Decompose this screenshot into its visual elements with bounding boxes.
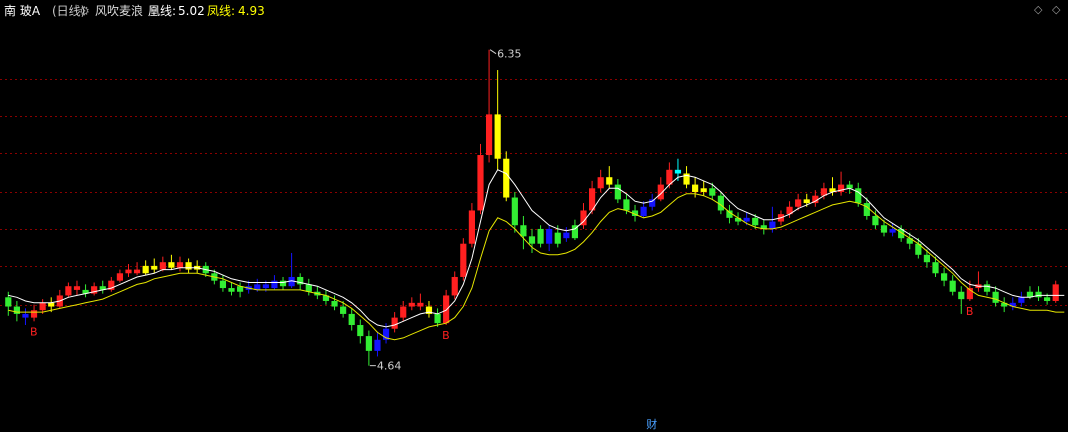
candle-body xyxy=(408,302,415,307)
candle-body xyxy=(700,188,707,192)
candle-body xyxy=(554,232,561,244)
candle-body xyxy=(176,262,184,268)
candle-body xyxy=(494,114,501,159)
candle-body xyxy=(5,297,12,307)
candle-body xyxy=(803,199,810,204)
candle-body xyxy=(941,273,948,281)
candle-body xyxy=(1035,291,1042,298)
candle-body xyxy=(348,313,355,326)
candle-body xyxy=(640,206,647,216)
candle-body xyxy=(374,339,381,351)
candle-body xyxy=(460,243,467,277)
candle-body xyxy=(477,155,484,211)
candle-body xyxy=(400,306,407,318)
candle-body xyxy=(563,232,570,239)
candle-body xyxy=(649,199,656,207)
candle-body xyxy=(846,184,853,189)
candle-body xyxy=(468,210,475,244)
candle-body xyxy=(13,306,20,314)
candle-body xyxy=(520,225,527,237)
candle-body xyxy=(528,236,536,244)
candle-body xyxy=(485,114,493,156)
candle-body xyxy=(983,284,991,292)
candle-body xyxy=(597,177,604,189)
candle-body xyxy=(923,254,931,263)
candle-body xyxy=(992,291,999,303)
candlestick-chart[interactable]: BBB6.354.64财预 xyxy=(0,0,1068,432)
candle-body xyxy=(417,302,424,307)
candle-body xyxy=(271,280,278,289)
candle-body xyxy=(125,269,132,274)
candle-body xyxy=(752,217,759,226)
candle-body xyxy=(219,280,227,289)
candle-body xyxy=(357,325,364,337)
buy-marker-B: B xyxy=(966,305,974,318)
phoenix-line xyxy=(8,169,1065,328)
candle-body xyxy=(65,286,72,296)
candle-body xyxy=(305,284,312,292)
candle-body xyxy=(958,291,965,300)
candle-body xyxy=(1044,297,1051,301)
bottom-marker: 财 xyxy=(646,417,657,431)
candle-body xyxy=(949,280,956,292)
low-price-label: 4.64 xyxy=(377,360,402,373)
candle-body xyxy=(1052,284,1059,301)
candle-body xyxy=(116,273,123,281)
candle-body xyxy=(365,336,372,351)
buy-marker-B: B xyxy=(30,325,38,338)
candle-body xyxy=(503,158,510,198)
high-price-label: 6.35 xyxy=(497,48,522,61)
candle-body xyxy=(537,228,544,244)
candle-body xyxy=(30,310,38,318)
high-price-label-leader xyxy=(489,49,497,55)
candle-body xyxy=(546,228,553,244)
candle-body xyxy=(880,225,888,233)
candle-body xyxy=(674,169,682,174)
candle-body xyxy=(159,262,166,270)
candle-body xyxy=(872,216,879,226)
candle-body xyxy=(863,203,870,216)
candle-body xyxy=(855,188,862,204)
candle-body xyxy=(434,313,441,324)
candle-body xyxy=(769,221,776,229)
buy-marker-B: B xyxy=(442,329,450,342)
candle-body xyxy=(228,288,235,292)
candle-body xyxy=(443,295,450,324)
candle-body xyxy=(262,284,269,289)
candle-body xyxy=(451,276,458,296)
candle-body xyxy=(331,300,338,307)
candle-body xyxy=(795,199,802,207)
candle-body xyxy=(73,286,81,290)
candle-body xyxy=(391,317,398,329)
candle-body xyxy=(614,184,621,200)
candle-body xyxy=(22,313,29,318)
candle-body xyxy=(185,262,192,270)
candle-body xyxy=(133,269,141,274)
candle-body xyxy=(623,199,630,211)
candle-body xyxy=(692,184,699,192)
candle-body xyxy=(743,217,750,222)
candle-body xyxy=(151,265,158,270)
candle-body xyxy=(709,188,716,196)
candle-body xyxy=(932,262,939,274)
candle-body xyxy=(39,302,46,311)
candle-body xyxy=(511,197,518,226)
candle-body xyxy=(48,302,55,307)
candle-body xyxy=(340,306,347,314)
candle-body xyxy=(168,262,175,268)
candle-body xyxy=(606,177,613,185)
candle-body xyxy=(889,228,896,233)
candle-body xyxy=(279,280,287,287)
candle-body xyxy=(1018,297,1025,303)
candle-body xyxy=(142,265,149,274)
